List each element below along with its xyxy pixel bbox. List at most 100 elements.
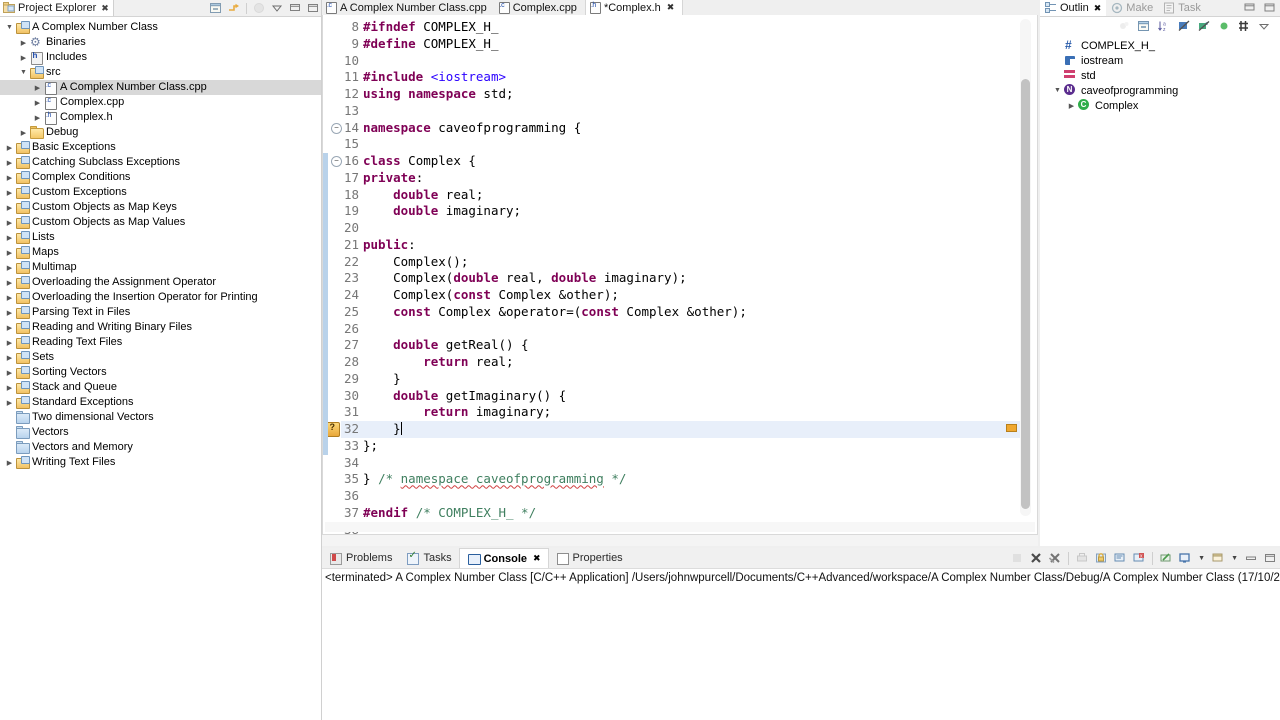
- overview-ruler-warning-marker[interactable]: [1006, 424, 1017, 432]
- close-icon[interactable]: ✖: [1094, 3, 1102, 14]
- chevron-right-icon[interactable]: [18, 39, 29, 47]
- code-line[interactable]: double getReal() {: [363, 337, 1013, 354]
- outline-item[interactable]: caveofprogramming: [1040, 83, 1280, 98]
- display-selected-console-icon[interactable]: [1179, 552, 1191, 564]
- chevron-down-icon[interactable]: [1052, 87, 1063, 94]
- tree-item[interactable]: Multimap: [0, 260, 321, 275]
- code-line[interactable]: return real;: [363, 354, 1013, 371]
- tree-item[interactable]: Sets: [0, 350, 321, 365]
- sort-alphabetically-icon[interactable]: a z: [1158, 20, 1170, 32]
- tree-item[interactable]: Custom Exceptions: [0, 185, 321, 200]
- code-line[interactable]: } /* namespace caveofprogramming */: [363, 471, 1013, 488]
- tree-item[interactable]: Two dimensional Vectors: [0, 410, 321, 425]
- tree-item[interactable]: A Complex Number Class.cpp: [0, 80, 321, 95]
- code-line[interactable]: [363, 220, 1013, 237]
- tree-item[interactable]: Parsing Text in Files: [0, 305, 321, 320]
- tree-item[interactable]: Vectors and Memory: [0, 440, 321, 455]
- code-line[interactable]: double getImaginary() {: [363, 388, 1013, 405]
- chevron-right-icon[interactable]: [4, 174, 15, 182]
- chevron-right-icon[interactable]: [32, 99, 43, 107]
- code-line[interactable]: const Complex &operator=(const Complex &…: [363, 304, 1013, 321]
- tree-item[interactable]: Vectors: [0, 425, 321, 440]
- outline-item[interactable]: iostream: [1040, 53, 1280, 68]
- project-tree[interactable]: A Complex Number Class Binaries Includes sr…: [0, 17, 321, 720]
- code-line[interactable]: #include <iostream>: [363, 69, 1013, 86]
- chevron-right-icon[interactable]: [4, 354, 15, 362]
- chevron-right-icon[interactable]: [4, 204, 15, 212]
- code-line[interactable]: [363, 321, 1013, 338]
- chevron-right-icon[interactable]: [4, 219, 15, 227]
- chevron-right-icon[interactable]: [4, 384, 15, 392]
- chevron-right-icon[interactable]: [4, 294, 15, 302]
- pin-console-icon[interactable]: [1160, 552, 1172, 564]
- chevron-right-icon[interactable]: [4, 324, 15, 332]
- hide-non-public-icon[interactable]: [1218, 20, 1230, 32]
- tree-item[interactable]: Standard Exceptions: [0, 395, 321, 410]
- close-icon[interactable]: ✖: [101, 3, 109, 14]
- tree-item[interactable]: Stack and Queue: [0, 380, 321, 395]
- chevron-right-icon[interactable]: [4, 234, 15, 242]
- chevron-right-icon[interactable]: [4, 144, 15, 152]
- editor-tab[interactable]: A Complex Number Class.cpp: [322, 0, 495, 15]
- chevron-right-icon[interactable]: [18, 129, 29, 137]
- hide-fields-icon[interactable]: [1178, 20, 1190, 32]
- code-line[interactable]: [363, 103, 1013, 120]
- chevron-down-icon[interactable]: [4, 24, 15, 31]
- maximize-icon[interactable]: [1264, 552, 1276, 564]
- tree-item[interactable]: Writing Text Files: [0, 455, 321, 470]
- outline-panel-tab[interactable]: Make: [1106, 0, 1158, 16]
- maximize-icon[interactable]: [307, 2, 319, 14]
- tab-project-explorer[interactable]: Project Explorer ✖: [0, 0, 114, 16]
- chevron-right-icon[interactable]: [18, 54, 29, 62]
- tree-item[interactable]: Catching Subclass Exceptions: [0, 155, 321, 170]
- tree-item[interactable]: Includes: [0, 50, 321, 65]
- code-line[interactable]: Complex(const Complex &other);: [363, 287, 1013, 304]
- code-line[interactable]: Complex(double real, double imaginary);: [363, 270, 1013, 287]
- hide-static-icon[interactable]: s: [1198, 20, 1210, 32]
- lock-scroll-icon[interactable]: [1095, 552, 1107, 564]
- outline-panel-tab[interactable]: Outlin ✖: [1040, 0, 1107, 16]
- code-line[interactable]: [363, 53, 1013, 70]
- code-line[interactable]: Complex();: [363, 254, 1013, 271]
- chevron-right-icon[interactable]: [4, 249, 15, 257]
- tree-item[interactable]: Overloading the Assignment Operator: [0, 275, 321, 290]
- hide-macros-icon[interactable]: [1238, 20, 1250, 32]
- tree-item[interactable]: Maps: [0, 245, 321, 260]
- scrollbar-thumb[interactable]: [1021, 79, 1030, 509]
- tree-item[interactable]: Debug: [0, 125, 321, 140]
- code-line[interactable]: using namespace std;: [363, 86, 1013, 103]
- link-with-editor-icon[interactable]: [228, 2, 240, 14]
- minimize-icon[interactable]: [1245, 552, 1257, 564]
- bottom-tab[interactable]: Problems: [322, 548, 399, 568]
- tree-item[interactable]: Reading Text Files: [0, 335, 321, 350]
- close-icon[interactable]: ✖: [533, 553, 541, 564]
- editor-tab[interactable]: Complex.cpp: [494, 0, 585, 15]
- tree-item[interactable]: Complex.h: [0, 110, 321, 125]
- chevron-right-icon[interactable]: [4, 339, 15, 347]
- code-line[interactable]: namespace caveofprogramming {: [363, 120, 1013, 137]
- chevron-right-icon[interactable]: [4, 309, 15, 317]
- code-line[interactable]: }: [363, 371, 1013, 388]
- chevron-down-icon[interactable]: ▼: [1198, 555, 1205, 562]
- code-line[interactable]: #define COMPLEX_H_: [363, 36, 1013, 53]
- code-line[interactable]: [363, 488, 1013, 505]
- code-line[interactable]: [363, 136, 1013, 153]
- show-console-on-error-icon[interactable]: x: [1133, 552, 1145, 564]
- tree-item[interactable]: Reading and Writing Binary Files: [0, 320, 321, 335]
- code-line[interactable]: class Complex {: [363, 153, 1013, 170]
- minimize-icon[interactable]: [289, 2, 301, 14]
- code-line[interactable]: double imaginary;: [363, 203, 1013, 220]
- tree-item[interactable]: A Complex Number Class: [0, 20, 321, 35]
- chevron-down-icon-2[interactable]: ▼: [1231, 555, 1238, 562]
- open-console-icon[interactable]: [1212, 552, 1224, 564]
- tree-item[interactable]: Complex.cpp: [0, 95, 321, 110]
- chevron-right-icon[interactable]: [4, 159, 15, 167]
- code-line[interactable]: return imaginary;: [363, 404, 1013, 421]
- outline-item[interactable]: std: [1040, 68, 1280, 83]
- chevron-right-icon[interactable]: [4, 399, 15, 407]
- view-menu-icon[interactable]: [271, 2, 283, 14]
- minimize-icon[interactable]: [1244, 2, 1256, 14]
- tree-item[interactable]: Binaries: [0, 35, 321, 50]
- show-console-on-output-icon[interactable]: [1114, 552, 1126, 564]
- chevron-right-icon[interactable]: [4, 279, 15, 287]
